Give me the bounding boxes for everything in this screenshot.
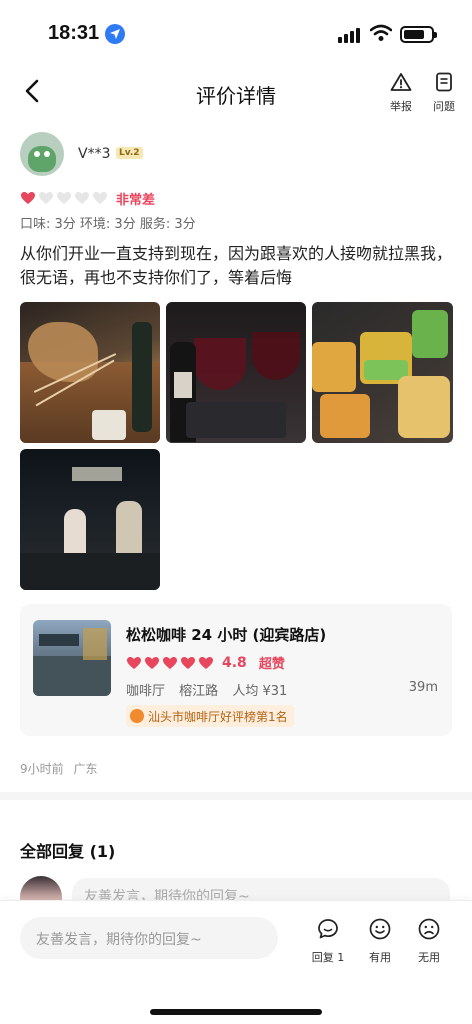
shop-rating: 4.8 超赞 bbox=[126, 653, 285, 672]
signal-icon bbox=[338, 27, 360, 43]
nav-bar: 评价详情 举报 问题 bbox=[0, 64, 472, 120]
heart-empty-icon bbox=[39, 192, 53, 204]
bottom-bar: 友善发言，期待你的回复~ 回复 1 有用 无用 bbox=[0, 900, 472, 1024]
sub-scores: 口味: 3分 环境: 3分 服务: 3分 bbox=[20, 217, 196, 232]
rank-text: 汕头市咖啡厅好评榜第1名 bbox=[148, 709, 288, 724]
smile-face-icon bbox=[369, 918, 391, 940]
heart-empty-icon bbox=[93, 192, 107, 204]
heart-filled-icon bbox=[181, 656, 195, 669]
status-bar: 18:31 bbox=[0, 0, 472, 64]
report-button[interactable]: 举报 bbox=[383, 72, 419, 114]
heart-filled-icon bbox=[127, 656, 141, 669]
rank-icon bbox=[130, 709, 144, 723]
heart-filled-icon bbox=[145, 656, 159, 669]
shop-score: 4.8 bbox=[222, 654, 247, 671]
level-badge: Lv.2 bbox=[116, 147, 143, 159]
shop-meta: 咖啡厅 榕江路 人均 ¥31 bbox=[126, 680, 297, 699]
shop-card[interactable]: 松松咖啡 24 小时 (迎宾路店) 4.8 超赞 咖啡厅 榕江路 人均 ¥31 … bbox=[20, 604, 452, 736]
rank-badge[interactable]: 汕头市咖啡厅好评榜第1名 bbox=[126, 705, 294, 727]
reviewer-avatar[interactable] bbox=[20, 132, 64, 176]
shop-category: 咖啡厅 bbox=[126, 684, 166, 699]
reviewer-username[interactable]: V**3 bbox=[78, 146, 110, 162]
reply-label: 回复 1 bbox=[311, 951, 345, 964]
useful-label: 有用 bbox=[369, 951, 391, 964]
shop-tag: 超赞 bbox=[258, 657, 285, 672]
comment-input[interactable]: 友善发言，期待你的回复~ bbox=[20, 917, 278, 959]
section-divider bbox=[0, 792, 472, 800]
shop-distance: 39m bbox=[408, 680, 438, 695]
issue-label: 问题 bbox=[433, 100, 455, 113]
review-photo[interactable] bbox=[166, 302, 306, 443]
heart-filled-icon bbox=[21, 192, 35, 204]
rating-text: 非常差 bbox=[116, 192, 156, 208]
rating-hearts: 非常差 bbox=[20, 190, 156, 208]
review-photo[interactable] bbox=[20, 302, 160, 443]
battery-icon bbox=[400, 26, 437, 43]
document-icon bbox=[436, 72, 452, 92]
frown-face-icon bbox=[418, 918, 440, 940]
review-text: 从你们开业一直支持到现在，因为跟喜欢的人接吻就拉黑我，很无语，再也不支持你们了，… bbox=[20, 244, 453, 287]
report-label: 举报 bbox=[390, 100, 412, 113]
reply-button[interactable]: 回复 1 bbox=[306, 917, 350, 965]
heart-empty-icon bbox=[75, 192, 89, 204]
post-meta: 9小时前 广东 bbox=[20, 760, 97, 777]
shop-name: 松松咖啡 24 小时 (迎宾路店) bbox=[126, 626, 327, 644]
shop-thumbnail bbox=[33, 620, 111, 696]
home-indicator[interactable] bbox=[150, 1009, 322, 1015]
post-time: 9小时前 bbox=[20, 762, 64, 776]
shop-area: 榕江路 bbox=[179, 684, 219, 699]
post-location: 广东 bbox=[73, 762, 98, 776]
review-photo[interactable] bbox=[20, 449, 160, 590]
useless-button[interactable]: 无用 bbox=[407, 917, 451, 965]
heart-empty-icon bbox=[57, 192, 71, 204]
location-icon bbox=[105, 24, 125, 44]
review-photo[interactable] bbox=[312, 302, 453, 443]
warning-icon bbox=[390, 73, 412, 91]
comment-icon bbox=[318, 919, 338, 939]
useful-button[interactable]: 有用 bbox=[358, 917, 402, 965]
useless-label: 无用 bbox=[418, 951, 440, 964]
heart-filled-icon bbox=[163, 656, 177, 669]
replies-title: 全部回复 (1) bbox=[20, 842, 116, 861]
heart-filled-icon bbox=[199, 656, 213, 669]
issue-button[interactable]: 问题 bbox=[426, 72, 462, 114]
wifi-icon bbox=[370, 24, 392, 41]
status-time: 18:31 bbox=[48, 22, 100, 44]
shop-avg-price: 人均 ¥31 bbox=[232, 684, 288, 699]
